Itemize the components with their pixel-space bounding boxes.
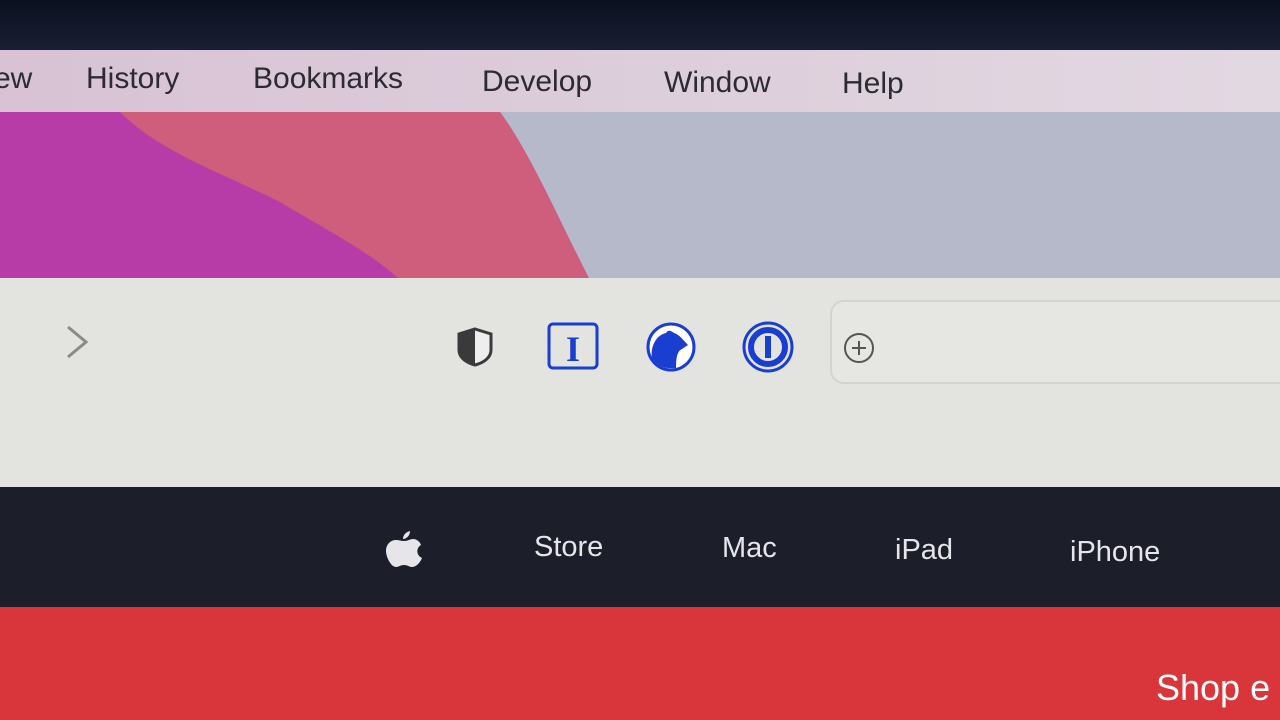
desktop-wallpaper — [0, 112, 1280, 280]
add-tab-icon[interactable] — [842, 331, 876, 365]
forward-chevron-icon[interactable] — [62, 324, 92, 360]
apple-logo-icon[interactable] — [384, 527, 424, 567]
shop-link[interactable]: Shop e — [1156, 667, 1270, 709]
menu-history[interactable]: History — [86, 62, 179, 96]
instapaper-icon[interactable]: I — [546, 321, 600, 371]
menu-help[interactable]: Help — [842, 67, 904, 101]
nav-mac[interactable]: Mac — [722, 532, 777, 565]
privacy-shield-icon[interactable] — [455, 326, 495, 368]
nav-store[interactable]: Store — [534, 531, 603, 564]
menu-window[interactable]: Window — [664, 66, 771, 100]
bear-icon[interactable] — [644, 321, 698, 373]
menu-develop[interactable]: Develop — [482, 65, 592, 99]
1password-icon[interactable] — [741, 320, 795, 374]
nav-iphone[interactable]: iPhone — [1070, 536, 1160, 569]
screen-bezel — [0, 0, 1280, 52]
promo-banner: Shop e — [0, 607, 1280, 720]
svg-text:I: I — [566, 329, 580, 369]
browser-toolbar: I — [0, 278, 1280, 488]
menu-view[interactable]: ew — [0, 62, 32, 96]
menu-bar: ew History Bookmarks Develop Window Help — [0, 50, 1280, 112]
wallpaper-shapes — [0, 112, 590, 280]
nav-ipad[interactable]: iPad — [895, 534, 953, 567]
menu-bookmarks[interactable]: Bookmarks — [253, 62, 403, 96]
apple-site-nav: Store Mac iPad iPhone — [0, 487, 1280, 609]
address-bar[interactable] — [830, 300, 1280, 384]
